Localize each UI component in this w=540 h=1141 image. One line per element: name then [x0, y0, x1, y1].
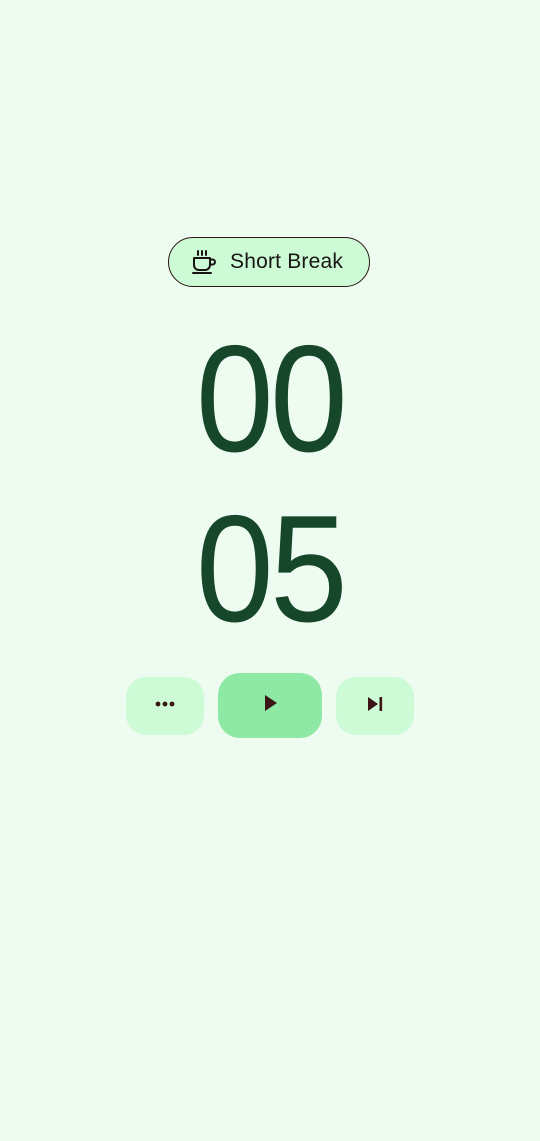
- play-button[interactable]: [218, 673, 322, 738]
- timer-seconds: 05: [195, 484, 348, 654]
- more-horizontal-icon: [153, 692, 177, 721]
- coffee-cup-icon: [191, 248, 219, 276]
- session-type-label: Short Break: [230, 250, 344, 273]
- play-icon: [259, 692, 281, 719]
- more-options-button[interactable]: [126, 677, 204, 735]
- session-type-chip[interactable]: Short Break: [168, 237, 370, 287]
- skip-next-button[interactable]: [336, 677, 414, 735]
- timer-minutes: 00: [195, 314, 348, 484]
- skip-next-icon: [364, 693, 386, 720]
